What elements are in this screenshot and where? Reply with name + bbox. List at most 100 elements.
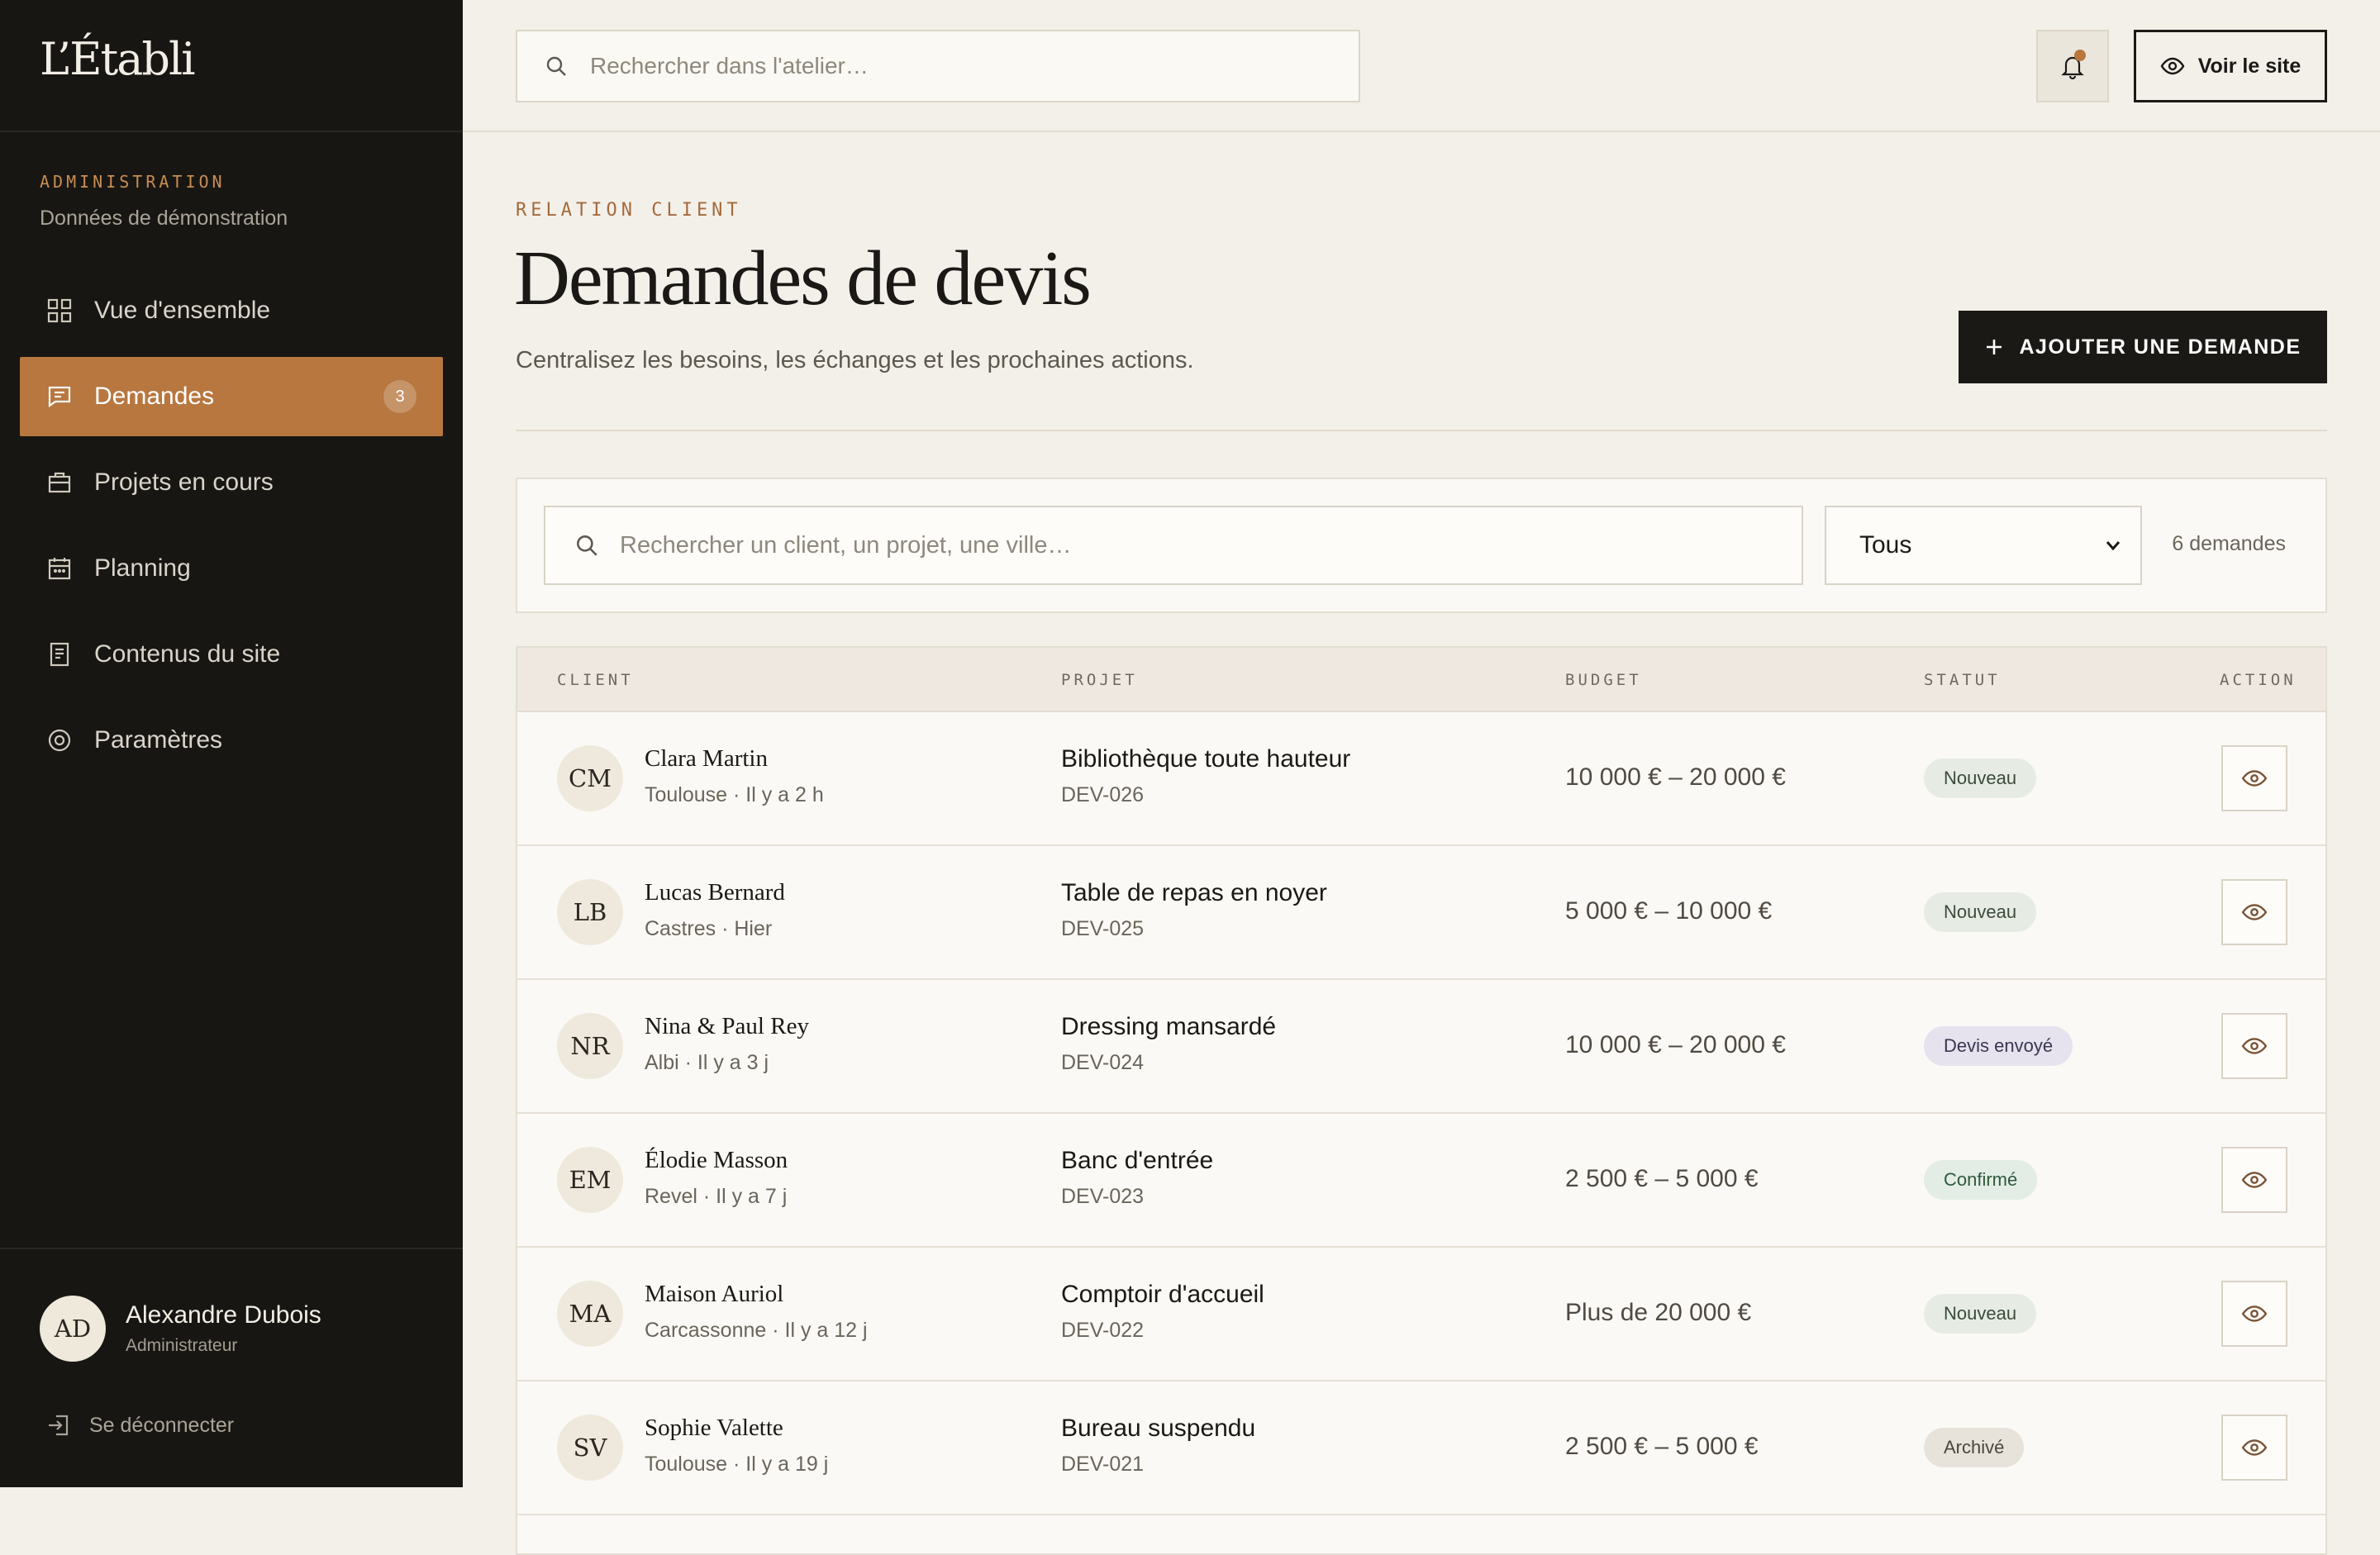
status-badge: Devis envoyé xyxy=(1924,1026,2073,1066)
requests-count-badge: 3 xyxy=(383,380,416,413)
client-name: Sophie Valette xyxy=(645,1415,783,1441)
global-search-input[interactable]: Rechercher dans l'atelier… xyxy=(516,30,1360,102)
status-badge: Archivé xyxy=(1924,1428,2025,1467)
avatar: NR xyxy=(557,1013,623,1079)
user-role: Administrateur xyxy=(126,1336,238,1355)
avatar: CM xyxy=(557,745,623,811)
budget: 10 000 € – 20 000 € xyxy=(1565,1031,1786,1058)
client-meta: Revel · Il y a 7 j xyxy=(645,1185,788,1208)
view-request-button[interactable] xyxy=(2221,1147,2287,1213)
budget: 5 000 € – 10 000 € xyxy=(1565,897,1773,925)
table-row[interactable]: NR Nina & Paul Rey Albi · Il y a 3 j Dre… xyxy=(517,980,2325,1114)
sidebar: L’Établi ADMINISTRATION Données de démon… xyxy=(0,0,463,1487)
avatar: EM xyxy=(557,1147,623,1213)
view-request-button[interactable] xyxy=(2221,745,2287,811)
sidebar-divider xyxy=(0,1248,463,1249)
table-row[interactable]: CM Clara Martin Toulouse · Il y a 2 h Bi… xyxy=(517,712,2325,846)
chevron-down-icon xyxy=(2102,535,2124,556)
sidebar-item-content[interactable]: Contenus du site xyxy=(20,615,443,694)
add-request-button[interactable]: AJOUTER UNE DEMANDE xyxy=(1959,311,2327,383)
eye-icon xyxy=(2241,1301,2268,1327)
admin-subtitle: Données de démonstration xyxy=(40,207,288,230)
avatar: AD xyxy=(40,1296,106,1362)
status-filter-select[interactable]: Tous xyxy=(1825,506,2142,585)
logout-link[interactable]: Se déconnecter xyxy=(46,1413,234,1438)
page-subtitle: Centralisez les besoins, les échanges et… xyxy=(516,347,1194,373)
client-meta: Carcassonne · Il y a 12 j xyxy=(645,1319,868,1342)
sidebar-divider xyxy=(0,131,463,132)
project-ref: DEV-021 xyxy=(1061,1453,1145,1476)
sidebar-item-requests[interactable]: Demandes 3 xyxy=(20,357,443,436)
project-name: Dressing mansardé xyxy=(1061,1013,1277,1040)
project-name: Table de repas en noyer xyxy=(1061,879,1327,906)
avatar: LB xyxy=(557,879,623,945)
client-meta: Castres · Hier xyxy=(645,917,773,940)
user-name: Alexandre Dubois xyxy=(126,1301,321,1329)
project-ref: DEV-024 xyxy=(1061,1051,1145,1074)
grid-icon xyxy=(46,297,73,324)
briefcase-icon xyxy=(46,469,73,496)
eye-icon xyxy=(2160,54,2185,78)
search-icon xyxy=(544,54,569,78)
client-name: Lucas Bernard xyxy=(645,879,785,906)
client-name: Maison Auriol xyxy=(645,1281,784,1307)
sidebar-item-label: Demandes xyxy=(94,383,215,410)
client-meta: Toulouse · Il y a 19 j xyxy=(645,1453,829,1476)
column-header: ACTION xyxy=(2220,671,2297,689)
page-title: Demandes de devis xyxy=(514,235,1092,321)
gear-icon xyxy=(46,727,73,754)
project-ref: DEV-022 xyxy=(1061,1319,1145,1342)
notifications-button[interactable] xyxy=(2036,30,2109,102)
status-badge: Confirmé xyxy=(1924,1160,2038,1200)
view-request-button[interactable] xyxy=(2221,1415,2287,1481)
eye-icon xyxy=(2241,1434,2268,1461)
client-search-input[interactable]: Rechercher un client, un projet, une vil… xyxy=(544,506,1803,585)
project-name: Comptoir d'accueil xyxy=(1061,1281,1264,1308)
table-row[interactable]: LB Lucas Bernard Castres · Hier Table de… xyxy=(517,846,2325,980)
sidebar-item-overview[interactable]: Vue d'ensemble xyxy=(20,271,443,350)
brand-logo[interactable]: L’Établi xyxy=(40,33,195,85)
view-request-button[interactable] xyxy=(2221,1013,2287,1079)
table-row[interactable]: SV Sophie Valette Toulouse · Il y a 19 j… xyxy=(517,1381,2325,1515)
search-placeholder: Rechercher un client, un projet, une vil… xyxy=(620,531,1072,559)
view-request-button[interactable] xyxy=(2221,879,2287,945)
client-name: Clara Martin xyxy=(645,745,768,772)
sidebar-nav: Vue d'ensemble Demandes 3 Projets en cou… xyxy=(20,271,443,787)
view-request-button[interactable] xyxy=(2221,1281,2287,1347)
view-site-button[interactable]: Voir le site xyxy=(2134,30,2327,102)
status-badge: Nouveau xyxy=(1924,892,2037,932)
table-row[interactable]: MA Maison Auriol Carcassonne · Il y a 12… xyxy=(517,1248,2325,1381)
column-header: CLIENT xyxy=(557,671,634,689)
project-name: Bureau suspendu xyxy=(1061,1415,1256,1442)
sidebar-item-label: Contenus du site xyxy=(94,640,281,668)
status-badge: Nouveau xyxy=(1924,1294,2037,1334)
results-count: 6 demandes xyxy=(2172,532,2286,555)
eye-icon xyxy=(2241,765,2268,792)
client-meta: Albi · Il y a 3 j xyxy=(645,1051,769,1074)
filter-bar: Rechercher un client, un projet, une vil… xyxy=(516,478,2327,613)
eye-icon xyxy=(2241,899,2268,925)
column-header: BUDGET xyxy=(1565,671,1642,689)
project-ref: DEV-026 xyxy=(1061,783,1145,806)
project-ref: DEV-025 xyxy=(1061,917,1145,940)
notification-dot xyxy=(2074,50,2086,61)
eye-icon xyxy=(2241,1033,2268,1059)
view-site-label: Voir le site xyxy=(2197,54,2301,78)
sidebar-item-settings[interactable]: Paramètres xyxy=(20,701,443,780)
budget: 2 500 € – 5 000 € xyxy=(1565,1433,1759,1460)
plus-icon xyxy=(1984,337,2004,357)
avatar: SV xyxy=(557,1415,623,1481)
document-icon xyxy=(46,641,73,668)
add-request-label: AJOUTER UNE DEMANDE xyxy=(2019,335,2301,359)
sidebar-item-label: Projets en cours xyxy=(94,468,274,496)
table-row[interactable]: EM Élodie Masson Revel · Il y a 7 j Banc… xyxy=(517,1114,2325,1248)
sidebar-item-planning[interactable]: Planning xyxy=(20,529,443,608)
calendar-icon xyxy=(46,555,73,582)
project-name: Banc d'entrée xyxy=(1061,1147,1214,1174)
client-meta: Toulouse · Il y a 2 h xyxy=(645,783,824,806)
client-name: Élodie Masson xyxy=(645,1147,788,1173)
user-profile[interactable]: AD Alexandre Dubois Administrateur xyxy=(40,1296,321,1362)
sidebar-item-projects[interactable]: Projets en cours xyxy=(20,443,443,522)
table-header: CLIENT PROJET BUDGET STATUT ACTION xyxy=(517,648,2325,712)
eye-icon xyxy=(2241,1167,2268,1193)
